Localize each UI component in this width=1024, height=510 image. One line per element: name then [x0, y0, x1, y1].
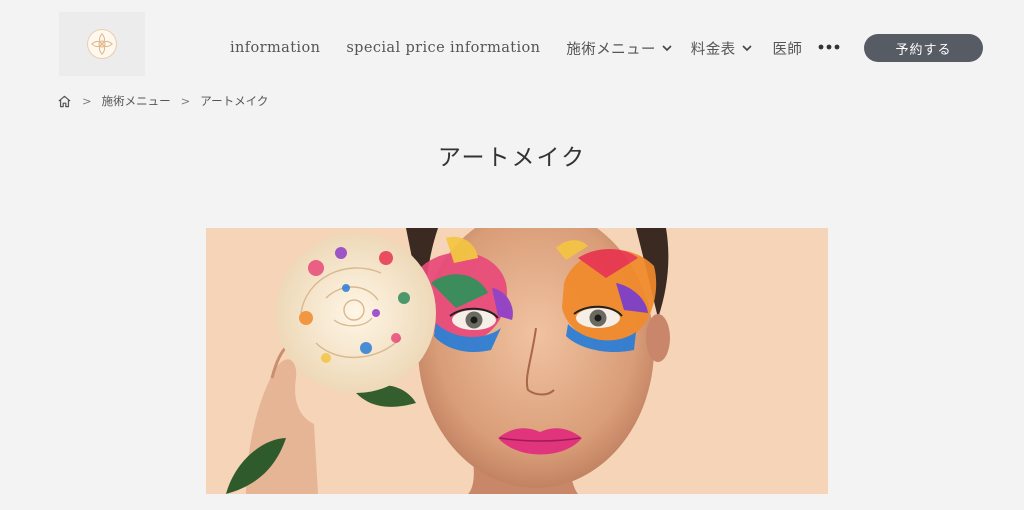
hero-illustration — [206, 228, 828, 494]
reserve-button[interactable]: 予約する — [864, 34, 983, 62]
breadcrumb-separator: > — [82, 94, 92, 108]
breadcrumb-item-current: アートメイク — [200, 94, 269, 108]
nav-item-label: special price information — [346, 40, 541, 56]
nav-item-information[interactable]: information — [230, 40, 320, 56]
nav-item-price-list[interactable]: 料金表 — [691, 38, 753, 59]
more-horizontal-icon[interactable] — [818, 40, 840, 54]
nav-item-doctor[interactable]: 医師 — [773, 38, 803, 59]
nav-item-label: 料金表 — [690, 41, 736, 58]
nav-item-treatment-menu[interactable]: 施術メニュー — [566, 38, 672, 59]
chevron-down-icon — [662, 45, 672, 52]
nav-item-label: 医師 — [772, 41, 803, 58]
nav-item-special-price-information[interactable]: special price information — [346, 40, 540, 56]
hero-image — [206, 228, 828, 494]
nav-item-label: information — [230, 40, 321, 56]
home-icon[interactable] — [57, 94, 72, 109]
breadcrumb: > 施術メニュー > アートメイク — [57, 92, 268, 110]
page-title: アートメイク — [437, 145, 587, 171]
logo-emblem-icon — [87, 29, 117, 59]
breadcrumb-item-treatment-menu[interactable]: 施術メニュー — [102, 93, 171, 109]
breadcrumb-separator: > — [180, 94, 191, 108]
site-logo[interactable] — [59, 12, 145, 76]
main-nav: information special price information 施術… — [220, 30, 802, 66]
nav-item-label: 施術メニュー — [566, 41, 656, 58]
chevron-down-icon — [741, 45, 752, 52]
page: information special price information 施術… — [0, 0, 1024, 510]
